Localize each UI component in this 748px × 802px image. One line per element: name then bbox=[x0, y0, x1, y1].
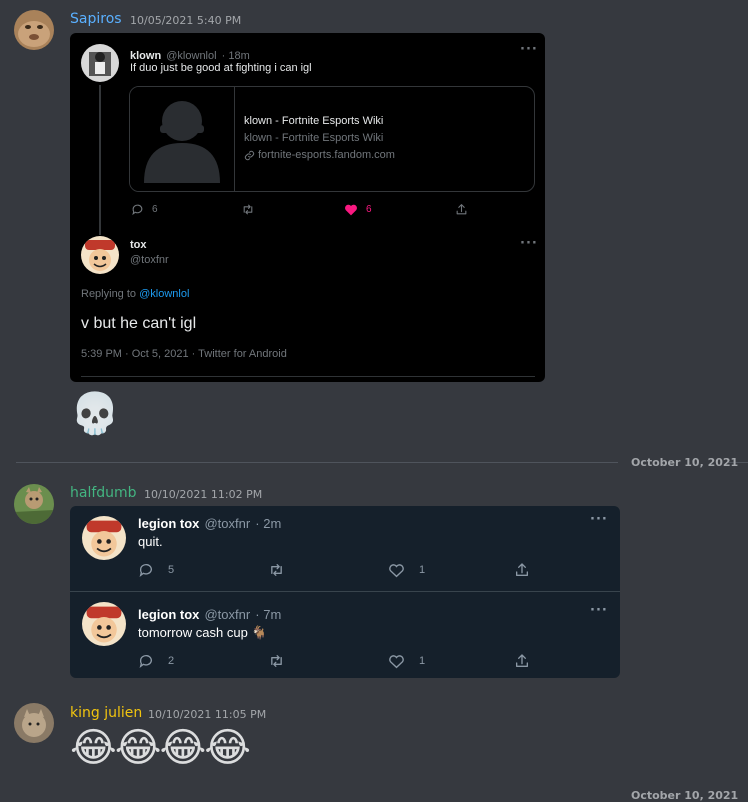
tweet-text: v but he can't igl bbox=[81, 315, 197, 332]
link-icon bbox=[244, 150, 255, 160]
retweet-icon bbox=[243, 204, 253, 215]
tweet-author-handle[interactable]: @toxfnr bbox=[204, 607, 250, 622]
like-count: 6 bbox=[366, 204, 372, 215]
heart-icon bbox=[389, 564, 404, 578]
username-king-julien[interactable]: king julien bbox=[70, 705, 142, 721]
reply-count: 5 bbox=[168, 564, 175, 576]
reply-action[interactable]: 2 bbox=[138, 653, 174, 669]
like-count: 1 bbox=[419, 655, 426, 667]
avatar-halfdumb[interactable] bbox=[14, 484, 54, 524]
more-options-icon[interactable]: ··· bbox=[520, 42, 538, 57]
like-action[interactable]: 6 bbox=[344, 203, 372, 216]
reply-icon bbox=[132, 204, 143, 216]
share-action[interactable] bbox=[514, 562, 530, 578]
thread-line bbox=[99, 85, 101, 235]
more-options-icon[interactable]: ··· bbox=[590, 512, 608, 527]
link-card-image bbox=[130, 87, 235, 191]
username-halfdumb[interactable]: halfdumb bbox=[70, 485, 137, 501]
retweet-action[interactable] bbox=[241, 203, 255, 216]
tweet-embed-2: legion tox @toxfnr · 7m ··· tomorrow cas… bbox=[70, 592, 620, 678]
tweet-author-name[interactable]: klown bbox=[130, 50, 161, 62]
avatar-king-julien[interactable] bbox=[14, 703, 54, 743]
tweet-text: quit. bbox=[138, 534, 163, 549]
avatar-legion-tox[interactable] bbox=[82, 602, 126, 646]
date-divider-line bbox=[16, 462, 618, 463]
tweet-embed-1: legion tox @toxfnr · 2m ··· quit. 5 1 bbox=[70, 506, 620, 591]
reply-action[interactable]: 6 bbox=[131, 203, 158, 216]
message-timestamp: 10/05/2021 5:40 PM bbox=[130, 14, 242, 27]
share-icon bbox=[456, 204, 467, 215]
tweet-divider bbox=[81, 376, 535, 377]
share-action[interactable] bbox=[455, 203, 468, 216]
tweet-embed: klown @klownlol · 18m ··· If duo just be… bbox=[70, 33, 545, 382]
share-icon bbox=[516, 563, 528, 576]
reply-count: 6 bbox=[152, 204, 158, 215]
message-timestamp: 10/10/2021 11:05 PM bbox=[148, 708, 267, 721]
link-card[interactable]: klown - Fortnite Esports Wiki klown - Fo… bbox=[129, 86, 535, 192]
avatar-sapiros[interactable] bbox=[14, 10, 54, 50]
tweet-author-name[interactable]: tox bbox=[130, 239, 169, 251]
username-sapiros[interactable]: Sapiros bbox=[70, 11, 122, 27]
skull-emoji: 💀 bbox=[70, 391, 120, 437]
tweet-author-handle[interactable]: @klownlol bbox=[166, 50, 216, 62]
tweet-time[interactable]: · 18m bbox=[222, 50, 250, 62]
heart-filled-icon bbox=[345, 204, 357, 216]
more-options-icon[interactable]: ··· bbox=[590, 603, 608, 618]
avatar-legion-tox[interactable] bbox=[82, 516, 126, 560]
more-options-icon[interactable]: ··· bbox=[520, 236, 538, 251]
link-card-title: klown - Fortnite Esports Wiki bbox=[244, 115, 384, 127]
heart-icon bbox=[389, 655, 404, 669]
retweet-action[interactable] bbox=[268, 562, 285, 578]
avatar-klown[interactable] bbox=[81, 44, 119, 82]
like-action[interactable]: 1 bbox=[388, 562, 425, 578]
tweet-author-handle[interactable]: @toxfnr bbox=[130, 254, 169, 266]
reply-icon bbox=[139, 564, 152, 577]
tweet-time[interactable]: · 7m bbox=[255, 607, 281, 622]
tweet-meta[interactable]: 5:39 PM · Oct 5, 2021 · Twitter for Andr… bbox=[81, 348, 287, 360]
like-action[interactable]: 1 bbox=[388, 653, 425, 669]
replying-to-handle[interactable]: @klownlol bbox=[139, 288, 189, 300]
laughing-emojis: 😂😂😂😂 bbox=[70, 725, 251, 771]
link-card-subtitle: klown - Fortnite Esports Wiki bbox=[244, 132, 384, 144]
tweet-time[interactable]: · 2m bbox=[255, 516, 281, 531]
avatar-tox[interactable] bbox=[81, 236, 119, 274]
person-placeholder-icon bbox=[144, 101, 220, 183]
replying-to-label: Replying to bbox=[81, 288, 137, 300]
date-divider-label: October 10, 2021 bbox=[631, 456, 739, 469]
retweet-icon bbox=[271, 564, 282, 576]
reply-action[interactable]: 5 bbox=[138, 562, 174, 578]
tweet-author-handle[interactable]: @toxfnr bbox=[204, 516, 250, 531]
tweet-author-name[interactable]: legion tox bbox=[138, 607, 199, 622]
tweet-author-name[interactable]: legion tox bbox=[138, 516, 199, 531]
message-timestamp: 10/10/2021 11:02 PM bbox=[144, 488, 263, 501]
date-divider-label-partial: October 10, 2021 bbox=[631, 789, 739, 802]
share-action[interactable] bbox=[514, 653, 530, 669]
tweet-text: If duo just be good at fighting i can ig… bbox=[130, 62, 312, 74]
like-count: 1 bbox=[419, 564, 426, 576]
reply-count: 2 bbox=[168, 655, 175, 667]
link-card-domain: fortnite-esports.fandom.com bbox=[258, 149, 395, 161]
tweet-text: tomorrow cash cup 🐐 bbox=[138, 625, 268, 640]
reply-icon bbox=[139, 655, 152, 668]
retweet-icon bbox=[271, 655, 282, 667]
share-icon bbox=[516, 654, 528, 667]
retweet-action[interactable] bbox=[268, 653, 285, 669]
